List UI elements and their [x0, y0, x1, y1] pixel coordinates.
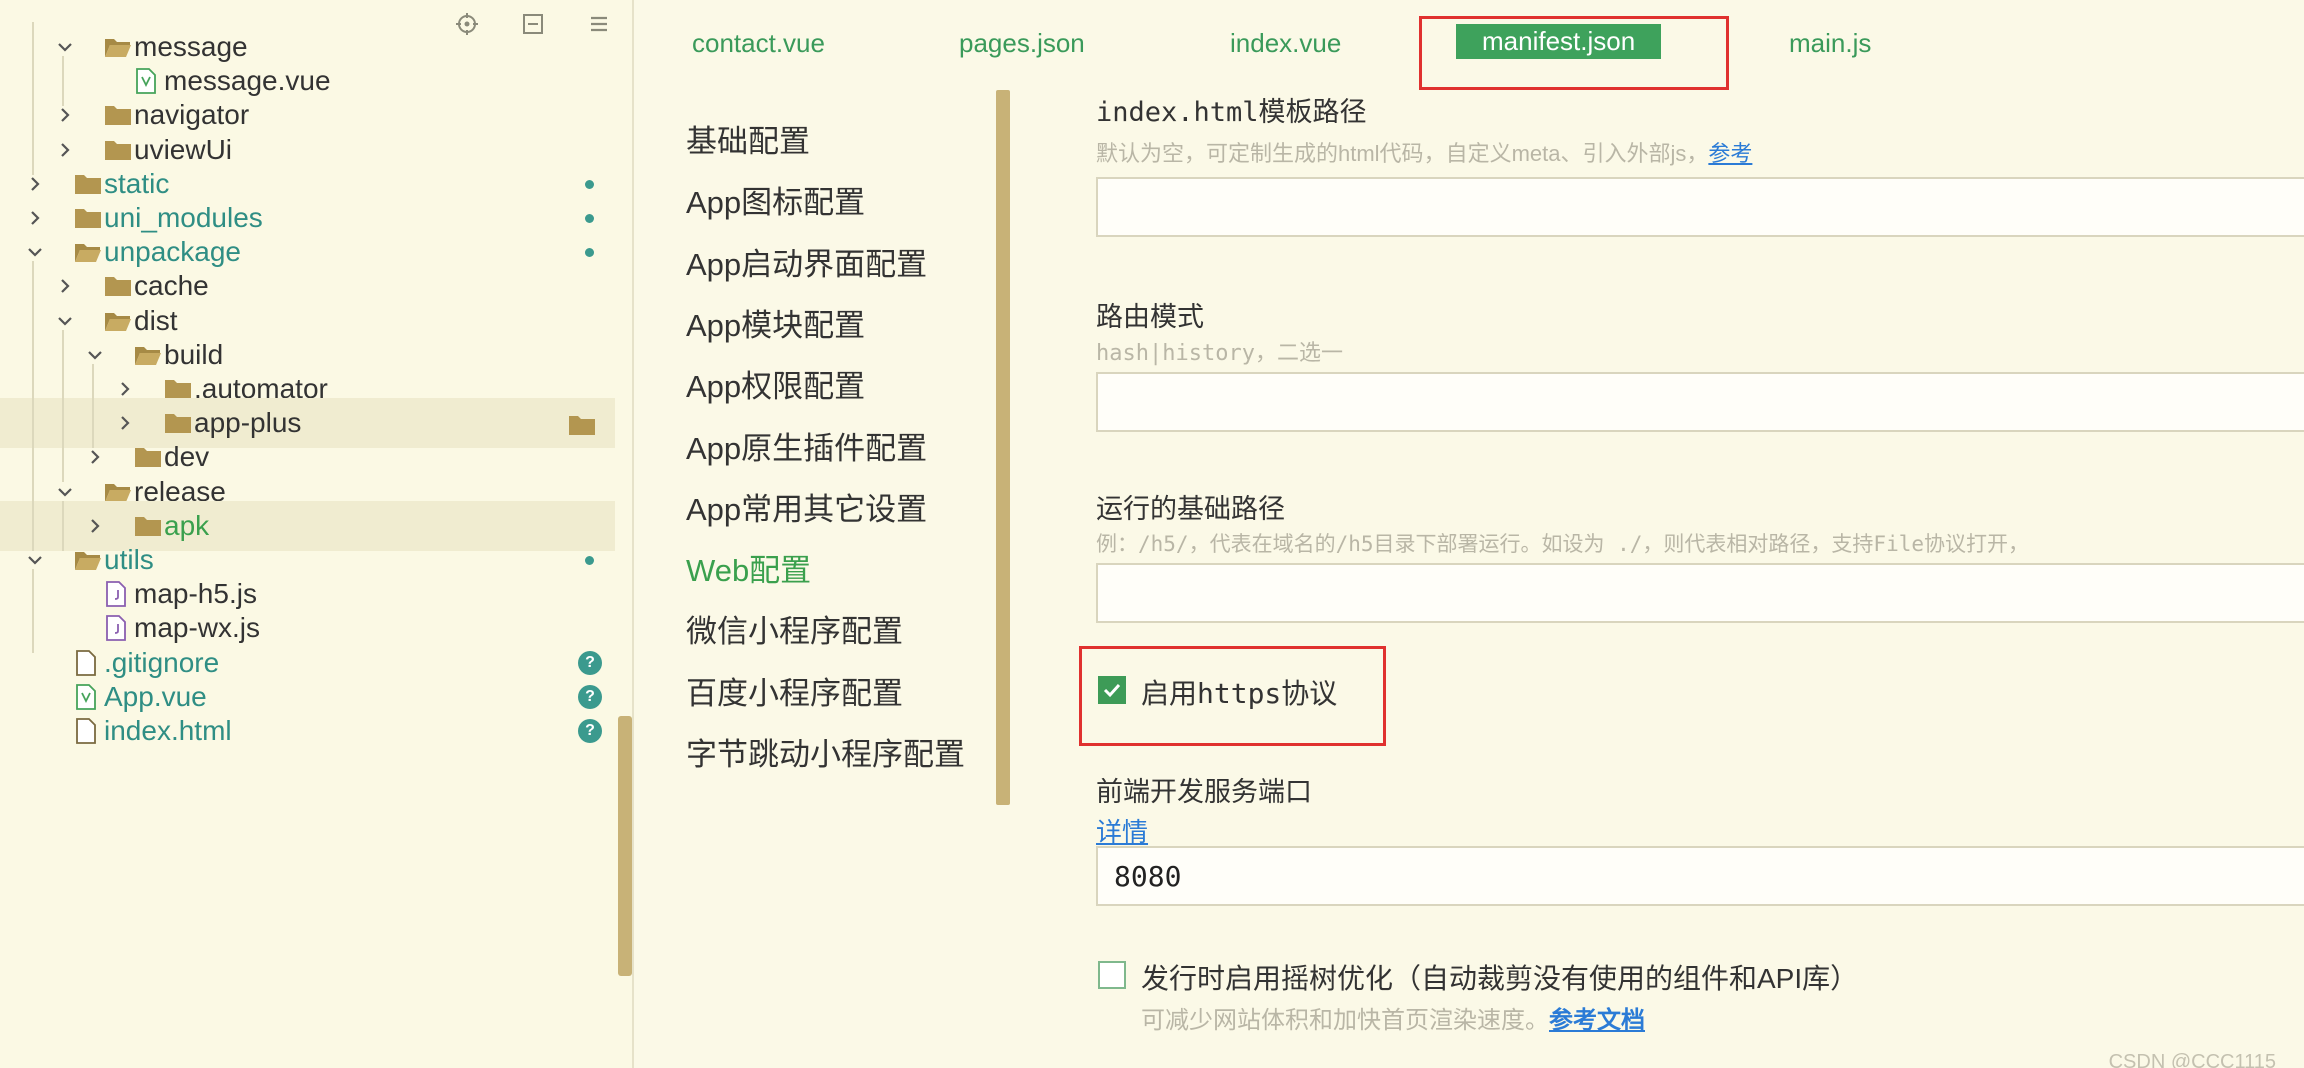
template-path-desc-text: 默认为空，可定制生成的html代码，自定义meta、引入外部js， — [1096, 141, 1709, 166]
chevron-right-icon[interactable] — [114, 378, 136, 400]
untracked-badge: ? — [578, 719, 602, 743]
chevron-right-icon[interactable] — [24, 173, 46, 195]
template-path-desc: 默认为空，可定制生成的html代码，自定义meta、引入外部js，参考 — [1096, 136, 1752, 168]
chevron-right-icon[interactable] — [114, 412, 136, 434]
chevron-down-icon[interactable] — [54, 310, 76, 332]
treeshake-docs-link[interactable]: 参考文档 — [1549, 1007, 1645, 1034]
collapse-icon[interactable] — [518, 9, 548, 39]
router-mode-desc: hash|history，二选一 — [1096, 341, 1343, 366]
editor-tab[interactable]: main.js — [1789, 28, 1871, 59]
settings-nav-item[interactable]: 百度小程序配置 — [686, 668, 903, 713]
settings-nav-item[interactable]: App原生插件配置 — [686, 423, 927, 468]
file-explorer: message message.vue navigator uviewUi static… — [0, 0, 632, 1068]
tree-item-label: index.html — [104, 715, 232, 746]
dev-port-title: 前端开发服务端口 — [1096, 777, 1312, 807]
settings-nav-scrollbar[interactable] — [996, 90, 1010, 805]
chevron-right-icon[interactable] — [24, 207, 46, 229]
modified-dot-icon — [585, 556, 594, 565]
locate-icon[interactable] — [452, 9, 482, 39]
chevron-right-icon[interactable] — [54, 104, 76, 126]
editor-tab[interactable]: index.vue — [1230, 28, 1341, 59]
web-config-panel: index.html模板路径 默认为空，可定制生成的html代码，自定义meta… — [1096, 90, 2304, 1068]
settings-nav-item[interactable]: 字节跳动小程序配置 — [686, 729, 965, 774]
base-path-input[interactable] — [1096, 563, 2304, 623]
explorer-scrollbar[interactable] — [618, 716, 632, 976]
chevron-down-icon[interactable] — [54, 481, 76, 503]
settings-nav-item[interactable]: App模块配置 — [686, 300, 865, 345]
chevron-down-icon[interactable] — [84, 344, 106, 366]
chevron-right-icon[interactable] — [54, 139, 76, 161]
chevron-right-icon[interactable] — [54, 275, 76, 297]
modified-dot-icon — [585, 179, 594, 189]
chevron-right-icon[interactable] — [84, 446, 106, 468]
chevron-down-icon[interactable] — [54, 36, 76, 58]
base-path-desc: 例：/h5/，代表在域名的/h5目录下部署运行。如设为 ./，则代表相对路径，支… — [1096, 532, 2029, 556]
template-path-input[interactable] — [1096, 177, 2304, 237]
settings-nav-item[interactable]: App权限配置 — [686, 361, 865, 406]
settings-nav-item[interactable]: 微信小程序配置 — [686, 606, 903, 651]
treeshake-desc-text: 可减少网站体积和加快首页渲染速度。 — [1141, 1007, 1549, 1034]
tree-item[interactable]: index.html? — [0, 706, 615, 756]
chevron-down-icon[interactable] — [24, 549, 46, 571]
file-icon — [74, 718, 102, 744]
explorer-toolbar — [452, 6, 614, 42]
modified-dot-icon — [585, 248, 594, 258]
template-path-title: index.html模板路径 — [1096, 97, 1367, 128]
manifest-settings-nav: 基础配置 App图标配置 App启动界面配置 App模块配置 App权限配置 App原生插… — [634, 90, 1006, 1068]
settings-nav-item[interactable]: App图标配置 — [686, 177, 865, 222]
base-path-title: 运行的基础路径 — [1096, 494, 1285, 524]
chevron-right-icon[interactable] — [84, 515, 106, 537]
tab-highlight-box — [1419, 16, 1729, 90]
router-mode-input[interactable] — [1096, 372, 2304, 432]
treeshake-checkbox[interactable] — [1098, 961, 1126, 989]
treeshake-label: 发行时启用摇树优化（自动裁剪没有使用的组件和API库） — [1141, 963, 1859, 994]
watermark: CSDN @CCC1115 — [2108, 1051, 2276, 1068]
settings-nav-item[interactable]: App启动界面配置 — [686, 239, 927, 284]
template-path-reference-link[interactable]: 参考 — [1708, 141, 1752, 166]
settings-nav-item[interactable]: 基础配置 — [686, 116, 810, 161]
https-highlight-box — [1079, 646, 1386, 746]
editor-tab[interactable]: pages.json — [959, 28, 1085, 59]
menu-icon[interactable] — [584, 9, 614, 39]
settings-nav-item[interactable]: Web配置 — [686, 545, 811, 590]
treeshake-desc: 可减少网站体积和加快首页渲染速度。参考文档 — [1141, 1000, 1645, 1035]
router-mode-title: 路由模式 — [1096, 302, 1204, 332]
settings-nav-item[interactable]: App常用其它设置 — [686, 484, 927, 529]
modified-dot-icon — [585, 214, 594, 223]
editor-tab[interactable]: contact.vue — [692, 28, 825, 59]
dev-port-input[interactable]: 8080 — [1096, 846, 2304, 906]
chevron-down-icon[interactable] — [24, 241, 46, 263]
dev-port-details-link[interactable]: 详情 — [1096, 812, 1148, 849]
